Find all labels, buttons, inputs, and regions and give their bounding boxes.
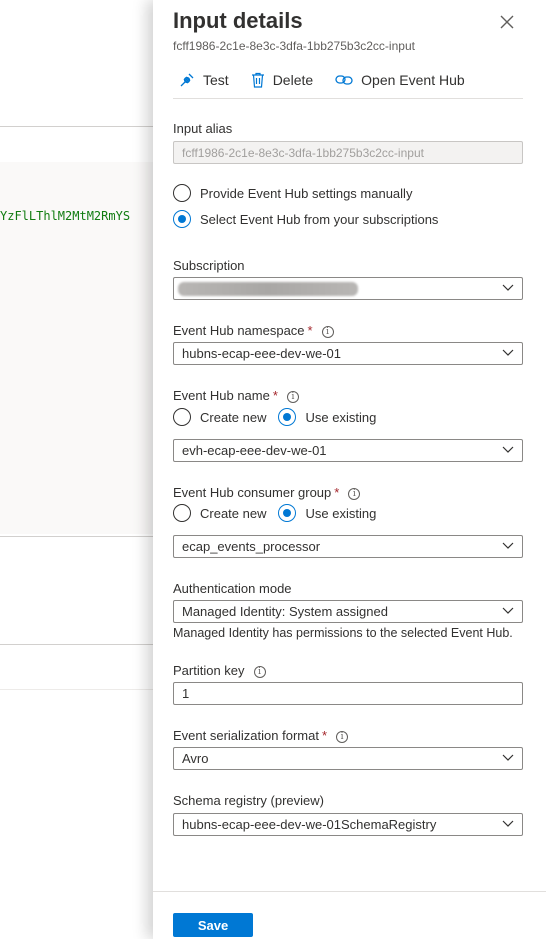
subscription-radio[interactable] [173, 210, 191, 228]
consumer-group-dropdown[interactable]: ecap_events_processor [173, 535, 523, 558]
schema-registry-value: hubns-ecap-eee-dev-we-01SchemaRegistry [182, 817, 437, 832]
hub-name-create-radio[interactable] [173, 408, 191, 426]
consumer-group-label: Event Hub consumer group [173, 485, 332, 500]
hub-name-existing-option[interactable]: Use existing [278, 408, 376, 426]
panel-subtitle: fcff1986-2c1e-8e3c-3dfa-1bb275b3c2cc-inp… [173, 39, 415, 53]
consumer-group-create-option[interactable]: Create new [173, 504, 266, 522]
partition-key-label: Partition key [173, 663, 245, 678]
partition-key-value: 1 [182, 686, 190, 701]
hub-name-mode: Create new Use existing [173, 408, 388, 426]
schema-registry-label: Schema registry (preview) [173, 793, 324, 808]
plug-icon [180, 73, 194, 87]
close-icon [500, 15, 514, 29]
link-icon [335, 75, 353, 85]
open-event-hub-label: Open Event Hub [361, 72, 465, 88]
test-button[interactable]: Test [173, 68, 229, 92]
auth-mode-helper: Managed Identity has permissions to the … [173, 626, 513, 640]
subscription-dropdown[interactable] [173, 277, 523, 300]
schema-registry-dropdown[interactable]: hubns-ecap-eee-dev-we-01SchemaRegistry [173, 813, 523, 836]
required-marker: * [307, 323, 313, 338]
required-marker: * [334, 485, 340, 500]
input-alias-value: fcff1986-2c1e-8e3c-3dfa-1bb275b3c2cc-inp… [182, 145, 424, 160]
test-label: Test [203, 72, 229, 88]
divider [0, 689, 153, 690]
save-button[interactable]: Save [173, 913, 253, 937]
subscription-label: Subscription [173, 258, 245, 273]
hub-name-label-row: Event Hub name * i [173, 388, 299, 403]
namespace-label-row: Event Hub namespace * i [173, 323, 334, 338]
panel-title: Input details [173, 8, 303, 33]
hub-name-create-option[interactable]: Create new [173, 408, 266, 426]
close-button[interactable] [496, 11, 518, 33]
input-details-panel: Input details fcff1986-2c1e-8e3c-3dfa-1b… [153, 0, 546, 939]
namespace-dropdown[interactable]: hubns-ecap-eee-dev-we-01 [173, 342, 523, 365]
consumer-group-label-row: Event Hub consumer group * i [173, 485, 361, 500]
hub-name-existing-label: Use existing [305, 409, 377, 425]
consumer-group-existing-label: Use existing [305, 505, 377, 521]
auth-mode-label: Authentication mode [173, 581, 292, 596]
serialization-label-row: Event serialization format * i [173, 728, 349, 743]
divider [0, 536, 153, 537]
delete-label: Delete [272, 72, 314, 88]
serialization-label: Event serialization format [173, 728, 319, 743]
info-icon[interactable]: i [253, 666, 266, 678]
namespace-value: hubns-ecap-eee-dev-we-01 [182, 346, 341, 361]
serialization-dropdown[interactable]: Avro [173, 747, 523, 770]
required-marker: * [321, 728, 328, 743]
code-snippet: YzFlLThlM2MtM2RmYS [0, 209, 131, 223]
chevron-down-icon [502, 542, 514, 549]
consumer-group-existing-radio[interactable] [278, 504, 297, 522]
partition-key-input[interactable]: 1 [173, 682, 523, 705]
consumer-group-create-label: Create new [200, 505, 267, 521]
hub-name-create-label: Create new [200, 409, 267, 425]
trash-icon [251, 72, 264, 88]
consumer-group-existing-option[interactable]: Use existing [278, 504, 376, 522]
open-event-hub-button[interactable]: Open Event Hub [329, 68, 465, 92]
chevron-down-icon [502, 754, 514, 761]
divider [0, 126, 153, 127]
input-alias-label: Input alias [173, 121, 233, 136]
command-bar: Test Delete Open Event Hub [173, 68, 523, 99]
hub-name-value: evh-ecap-eee-dev-we-01 [182, 443, 327, 458]
hub-name-dropdown[interactable]: evh-ecap-eee-dev-we-01 [173, 439, 523, 462]
subscription-option[interactable]: Select Event Hub from your subscriptions [173, 210, 438, 228]
auth-mode-dropdown[interactable]: Managed Identity: System assigned [173, 600, 523, 623]
manual-settings-option[interactable]: Provide Event Hub settings manually [173, 184, 412, 202]
manual-settings-radio[interactable] [173, 184, 191, 202]
consumer-group-value: ecap_events_processor [182, 539, 321, 554]
info-icon[interactable]: i [321, 326, 334, 338]
info-icon[interactable]: i [336, 731, 349, 743]
divider [0, 644, 153, 645]
manual-settings-label: Provide Event Hub settings manually [200, 185, 413, 201]
chevron-down-icon [502, 607, 514, 614]
namespace-label: Event Hub namespace [173, 323, 305, 338]
subscription-value-redacted [178, 281, 358, 296]
input-alias-field: fcff1986-2c1e-8e3c-3dfa-1bb275b3c2cc-inp… [173, 141, 523, 164]
chevron-down-icon [502, 820, 514, 827]
subscription-option-label: Select Event Hub from your subscriptions [200, 211, 439, 227]
required-marker: * [272, 388, 278, 403]
footer-divider [153, 891, 546, 892]
chevron-down-icon [502, 284, 514, 291]
hub-name-existing-radio[interactable] [278, 408, 297, 426]
partition-key-label-row: Partition key i [173, 663, 266, 678]
background-page: YzFlLThlM2MtM2RmYS [0, 0, 153, 939]
chevron-down-icon [502, 446, 514, 453]
info-icon[interactable]: i [286, 391, 299, 403]
consumer-group-create-radio[interactable] [173, 504, 191, 522]
consumer-group-mode: Create new Use existing [173, 504, 388, 522]
auth-mode-value: Managed Identity: System assigned [182, 604, 388, 619]
serialization-value: Avro [182, 751, 209, 766]
chevron-down-icon [502, 349, 514, 356]
delete-button[interactable]: Delete [245, 68, 313, 92]
info-icon[interactable]: i [348, 488, 361, 500]
hub-name-label: Event Hub name [173, 388, 270, 403]
